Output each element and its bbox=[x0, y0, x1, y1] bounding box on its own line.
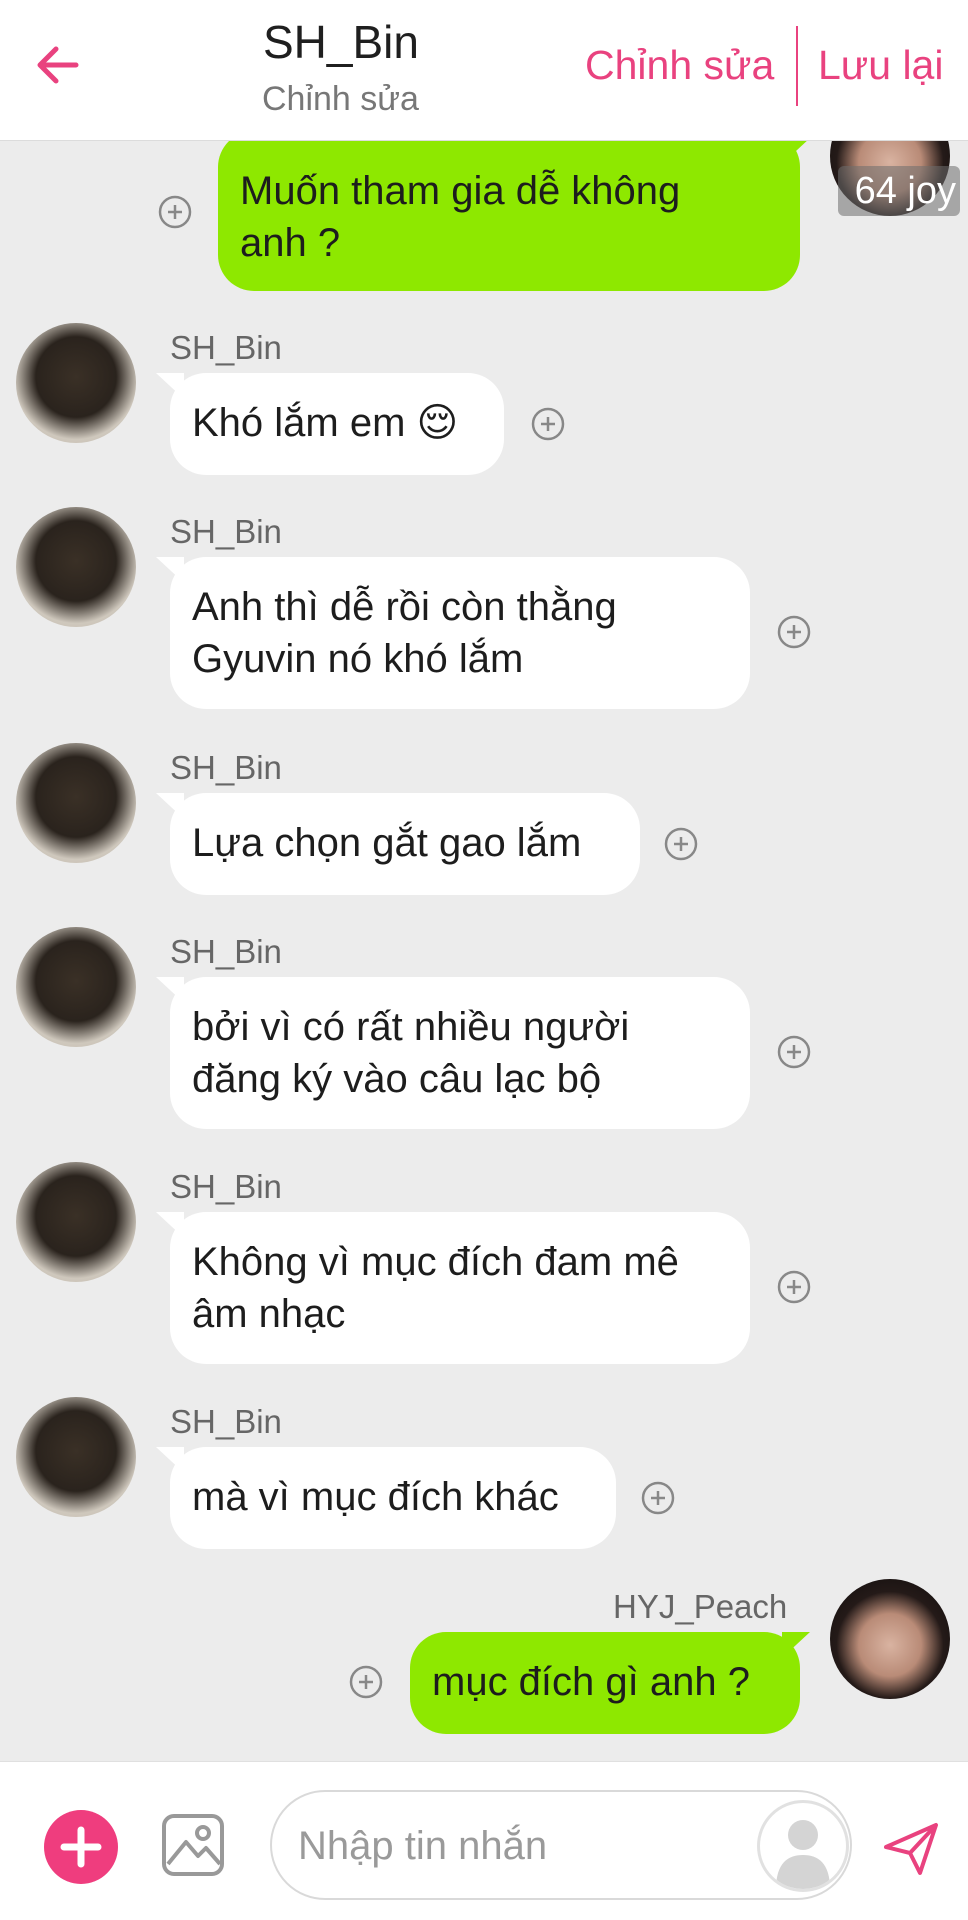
plus-circle-icon[interactable] bbox=[531, 407, 565, 441]
plus-circle-icon[interactable] bbox=[349, 1665, 383, 1699]
image-button[interactable] bbox=[160, 1812, 226, 1878]
message-text: bởi vì có rất nhiều người bbox=[192, 1005, 630, 1049]
sender-name: SH_Bin bbox=[170, 749, 282, 786]
plus-circle-icon[interactable] bbox=[664, 827, 698, 861]
header-divider bbox=[796, 26, 798, 106]
message-input[interactable]: Nhập tin nhắn bbox=[270, 1790, 852, 1900]
message-text: Không vì mục đích đam mê bbox=[192, 1240, 679, 1284]
message-text: đăng ký vào câu lạc bộ bbox=[192, 1057, 602, 1101]
add-button[interactable] bbox=[44, 1810, 118, 1884]
message-text: Khó lắm em 😌 bbox=[192, 401, 459, 445]
edit-button[interactable]: Chỉnh sửa bbox=[585, 42, 774, 89]
avatar-button[interactable] bbox=[757, 1800, 849, 1892]
avatar[interactable] bbox=[16, 323, 136, 443]
sender-name: SH_Bin bbox=[170, 329, 282, 366]
send-icon bbox=[884, 1823, 938, 1875]
message-bubble[interactable]: mục đích gì anh ? bbox=[410, 1632, 800, 1734]
avatar[interactable] bbox=[16, 1162, 136, 1282]
header: SH_Bin Chỉnh sửa Chỉnh sửa Lưu lại bbox=[0, 0, 968, 141]
back-button[interactable] bbox=[30, 35, 90, 95]
message-input-placeholder: Nhập tin nhắn bbox=[298, 1824, 548, 1868]
sender-name: SH_Bin bbox=[170, 513, 282, 550]
message-text: mà vì mục đích khác bbox=[192, 1475, 559, 1519]
sender-name: SH_Bin bbox=[170, 933, 282, 970]
chat-subtitle: Chỉnh sửa bbox=[262, 80, 419, 118]
message-list[interactable]: Muốn tham gia dễ không anh ? SH_Bin Khó … bbox=[0, 141, 968, 1761]
plus-circle-icon[interactable] bbox=[777, 615, 811, 649]
arrow-left-icon bbox=[37, 46, 79, 84]
message-bubble[interactable]: Không vì mục đích đam mê âm nhạc bbox=[170, 1212, 750, 1364]
chat-title: SH_Bin bbox=[263, 16, 419, 68]
chat-screen: SH_Bin Chỉnh sửa Chỉnh sửa Lưu lại Muốn … bbox=[0, 0, 968, 1920]
message-text: âm nhạc bbox=[192, 1292, 346, 1336]
avatar[interactable] bbox=[830, 1579, 950, 1699]
avatar[interactable] bbox=[16, 1397, 136, 1517]
message-bubble[interactable]: mà vì mục đích khác bbox=[170, 1447, 616, 1549]
save-button[interactable]: Lưu lại bbox=[818, 42, 943, 89]
message-bubble[interactable]: bởi vì có rất nhiều người đăng ký vào câ… bbox=[170, 977, 750, 1129]
message-text: Lựa chọn gắt gao lắm bbox=[192, 821, 582, 865]
message-bubble[interactable]: Muốn tham gia dễ không anh ? bbox=[218, 141, 800, 291]
user-silhouette-icon bbox=[776, 1820, 830, 1889]
avatar[interactable] bbox=[16, 743, 136, 863]
message-bubble[interactable]: Khó lắm em 😌 bbox=[170, 373, 504, 475]
message-bubble[interactable]: Anh thì dễ rồi còn thằng Gyuvin nó khó l… bbox=[170, 557, 750, 709]
sender-name: HYJ_Peach bbox=[613, 1588, 788, 1625]
avatar[interactable] bbox=[16, 507, 136, 627]
plus-circle-icon[interactable] bbox=[158, 195, 192, 229]
message-text: anh ? bbox=[240, 221, 341, 265]
image-icon bbox=[162, 1814, 224, 1876]
avatar[interactable] bbox=[16, 927, 136, 1047]
sender-name: SH_Bin bbox=[170, 1403, 282, 1440]
message-text: mục đích gì anh ? bbox=[432, 1660, 750, 1704]
plus-icon bbox=[60, 1826, 102, 1868]
sender-name: SH_Bin bbox=[170, 1168, 282, 1205]
plus-circle-icon[interactable] bbox=[777, 1270, 811, 1304]
message-text: Gyuvin nó khó lắm bbox=[192, 637, 524, 681]
input-bar: Nhập tin nhắn bbox=[0, 1761, 968, 1920]
plus-circle-icon[interactable] bbox=[641, 1481, 675, 1515]
message-text: Muốn tham gia dễ không bbox=[240, 169, 681, 213]
message-bubble[interactable]: Lựa chọn gắt gao lắm bbox=[170, 793, 640, 895]
message-text: Anh thì dễ rồi còn thằng bbox=[192, 585, 617, 629]
send-button[interactable] bbox=[880, 1817, 942, 1879]
plus-circle-icon[interactable] bbox=[777, 1035, 811, 1069]
joy-badge: 64 joy bbox=[838, 166, 960, 216]
